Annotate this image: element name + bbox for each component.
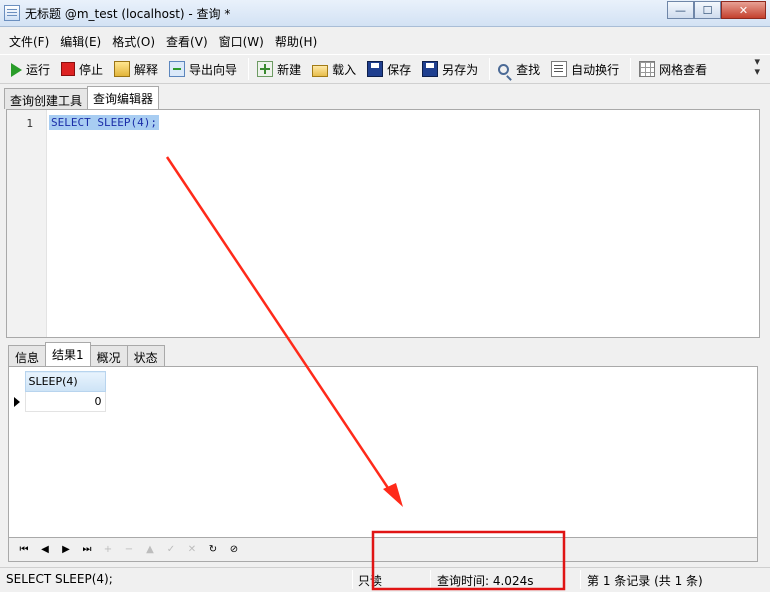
sql-editor[interactable]: 1 SELECT SLEEP(4); xyxy=(6,109,760,338)
find-button[interactable]: 查找 xyxy=(494,59,544,80)
new-button[interactable]: 新建 xyxy=(253,59,305,80)
word-wrap-icon xyxy=(551,61,568,77)
tab-info[interactable]: 信息 xyxy=(8,345,47,366)
toolbar: 运行 停止 解释 导出向导 新建 载入 保存 另存为 查找 自动换行 网格查看 xyxy=(0,54,770,84)
discard-changes-icon[interactable]: ✕ xyxy=(183,542,201,558)
add-record-icon[interactable]: + xyxy=(99,542,117,558)
tab-profile[interactable]: 概况 xyxy=(89,345,128,366)
save-button[interactable]: 保存 xyxy=(363,59,415,80)
prev-record-icon[interactable]: ◀ xyxy=(36,542,54,558)
new-label: 新建 xyxy=(277,62,302,77)
column-header[interactable]: SLEEP(4) xyxy=(24,371,106,392)
grid-icon xyxy=(639,61,656,77)
menu-format[interactable]: 格式(O) xyxy=(107,31,160,52)
last-record-icon[interactable]: ⏭ xyxy=(78,542,96,558)
grid-view-label: 网格查看 xyxy=(659,62,708,77)
close-button[interactable]: ✕ xyxy=(721,1,766,19)
menu-window[interactable]: 窗口(W) xyxy=(214,31,269,52)
grid-header-row: SLEEP(4) xyxy=(11,371,106,392)
table-row[interactable]: 0 xyxy=(11,391,106,412)
menu-view[interactable]: 查看(V) xyxy=(161,31,213,52)
tab-result1[interactable]: 结果1 xyxy=(45,342,91,366)
save-as-icon xyxy=(422,61,439,77)
title-bar: 无标题 @m_test (localhost) - 查询 * — ☐ ✕ xyxy=(0,0,770,27)
edit-record-icon[interactable]: ▲ xyxy=(141,542,159,558)
current-row-icon xyxy=(14,396,20,407)
run-button[interactable]: 运行 xyxy=(4,59,54,80)
row-indicator-header xyxy=(11,371,25,392)
search-icon xyxy=(498,63,510,75)
stop-icon xyxy=(61,62,76,76)
explain-label: 解释 xyxy=(134,62,159,77)
sql-code-line[interactable]: SELECT SLEEP(4); xyxy=(49,115,159,130)
record-navigator: ⏮ ◀ ▶ ⏭ + − ▲ ✓ ✕ ↻ ⊘ xyxy=(8,538,758,562)
status-records: 第 1 条记录 (共 1 条) xyxy=(587,574,703,588)
export-icon xyxy=(169,61,186,77)
save-as-button[interactable]: 另存为 xyxy=(418,59,482,80)
result-tab-strip: 信息 结果1 概况 状态 xyxy=(8,342,165,366)
status-mode: 只读 xyxy=(358,574,383,588)
stop-label: 停止 xyxy=(79,62,104,77)
status-separator xyxy=(352,570,353,589)
status-separator xyxy=(580,570,581,589)
minimize-button[interactable]: — xyxy=(667,1,694,19)
window-controls: — ☐ ✕ xyxy=(667,1,766,19)
folder-open-icon xyxy=(312,64,329,77)
window-title: 无标题 @m_test (localhost) - 查询 * xyxy=(25,7,231,21)
toolbar-separator xyxy=(489,58,491,80)
refresh-icon[interactable]: ↻ xyxy=(204,542,222,558)
status-separator xyxy=(430,570,431,589)
menu-bar: 文件(F) 编辑(E) 格式(O) 查看(V) 窗口(W) 帮助(H) xyxy=(0,29,770,53)
editor-tab-strip: 查询创建工具 查询编辑器 xyxy=(4,86,160,109)
save-label: 保存 xyxy=(387,62,412,77)
tab-status[interactable]: 状态 xyxy=(126,345,165,366)
save-icon xyxy=(367,61,384,77)
row-indicator xyxy=(11,391,25,412)
result-grid: SLEEP(4) 0 xyxy=(11,371,106,412)
line-gutter: 1 xyxy=(7,110,47,337)
first-record-icon[interactable]: ⏮ xyxy=(15,542,33,558)
word-wrap-button[interactable]: 自动换行 xyxy=(547,59,623,80)
grid-view-button[interactable]: 网格查看 xyxy=(635,59,711,80)
delete-record-icon[interactable]: − xyxy=(120,542,138,558)
explain-button[interactable]: 解释 xyxy=(110,59,162,80)
play-icon xyxy=(11,62,22,77)
stop-button[interactable]: 停止 xyxy=(57,59,107,80)
menu-help[interactable]: 帮助(H) xyxy=(270,31,322,52)
save-as-label: 另存为 xyxy=(442,62,479,77)
explain-icon xyxy=(114,61,131,77)
apply-changes-icon[interactable]: ✓ xyxy=(162,542,180,558)
word-wrap-label: 自动换行 xyxy=(571,62,620,77)
next-record-icon[interactable]: ▶ xyxy=(57,542,75,558)
run-label: 运行 xyxy=(26,62,51,77)
status-bar: SELECT SLEEP(4); 只读 查询时间: 4.024s 第 1 条记录… xyxy=(0,567,770,592)
toolbar-overflow-icon[interactable]: ▾ ▾ xyxy=(754,56,760,77)
status-sql: SELECT SLEEP(4); xyxy=(6,572,113,586)
app-icon xyxy=(4,5,20,21)
new-query-icon xyxy=(257,61,274,77)
find-label: 查找 xyxy=(516,62,541,77)
menu-edit[interactable]: 编辑(E) xyxy=(55,31,106,52)
status-query-time: 查询时间: 4.024s xyxy=(437,574,534,588)
export-wizard-label: 导出向导 xyxy=(189,62,238,77)
result-pane: SLEEP(4) 0 xyxy=(8,366,758,538)
cell-value[interactable]: 0 xyxy=(24,391,106,412)
stop-loading-icon[interactable]: ⊘ xyxy=(225,542,243,558)
tab-query-builder[interactable]: 查询创建工具 xyxy=(4,88,89,109)
tab-query-editor[interactable]: 查询编辑器 xyxy=(87,86,160,109)
line-number: 1 xyxy=(26,117,33,130)
toolbar-separator xyxy=(630,58,632,80)
toolbar-separator xyxy=(248,58,250,80)
maximize-button[interactable]: ☐ xyxy=(694,1,721,19)
load-button[interactable]: 载入 xyxy=(308,59,360,80)
load-label: 载入 xyxy=(332,62,357,77)
menu-file[interactable]: 文件(F) xyxy=(4,31,54,52)
export-wizard-button[interactable]: 导出向导 xyxy=(165,59,241,80)
